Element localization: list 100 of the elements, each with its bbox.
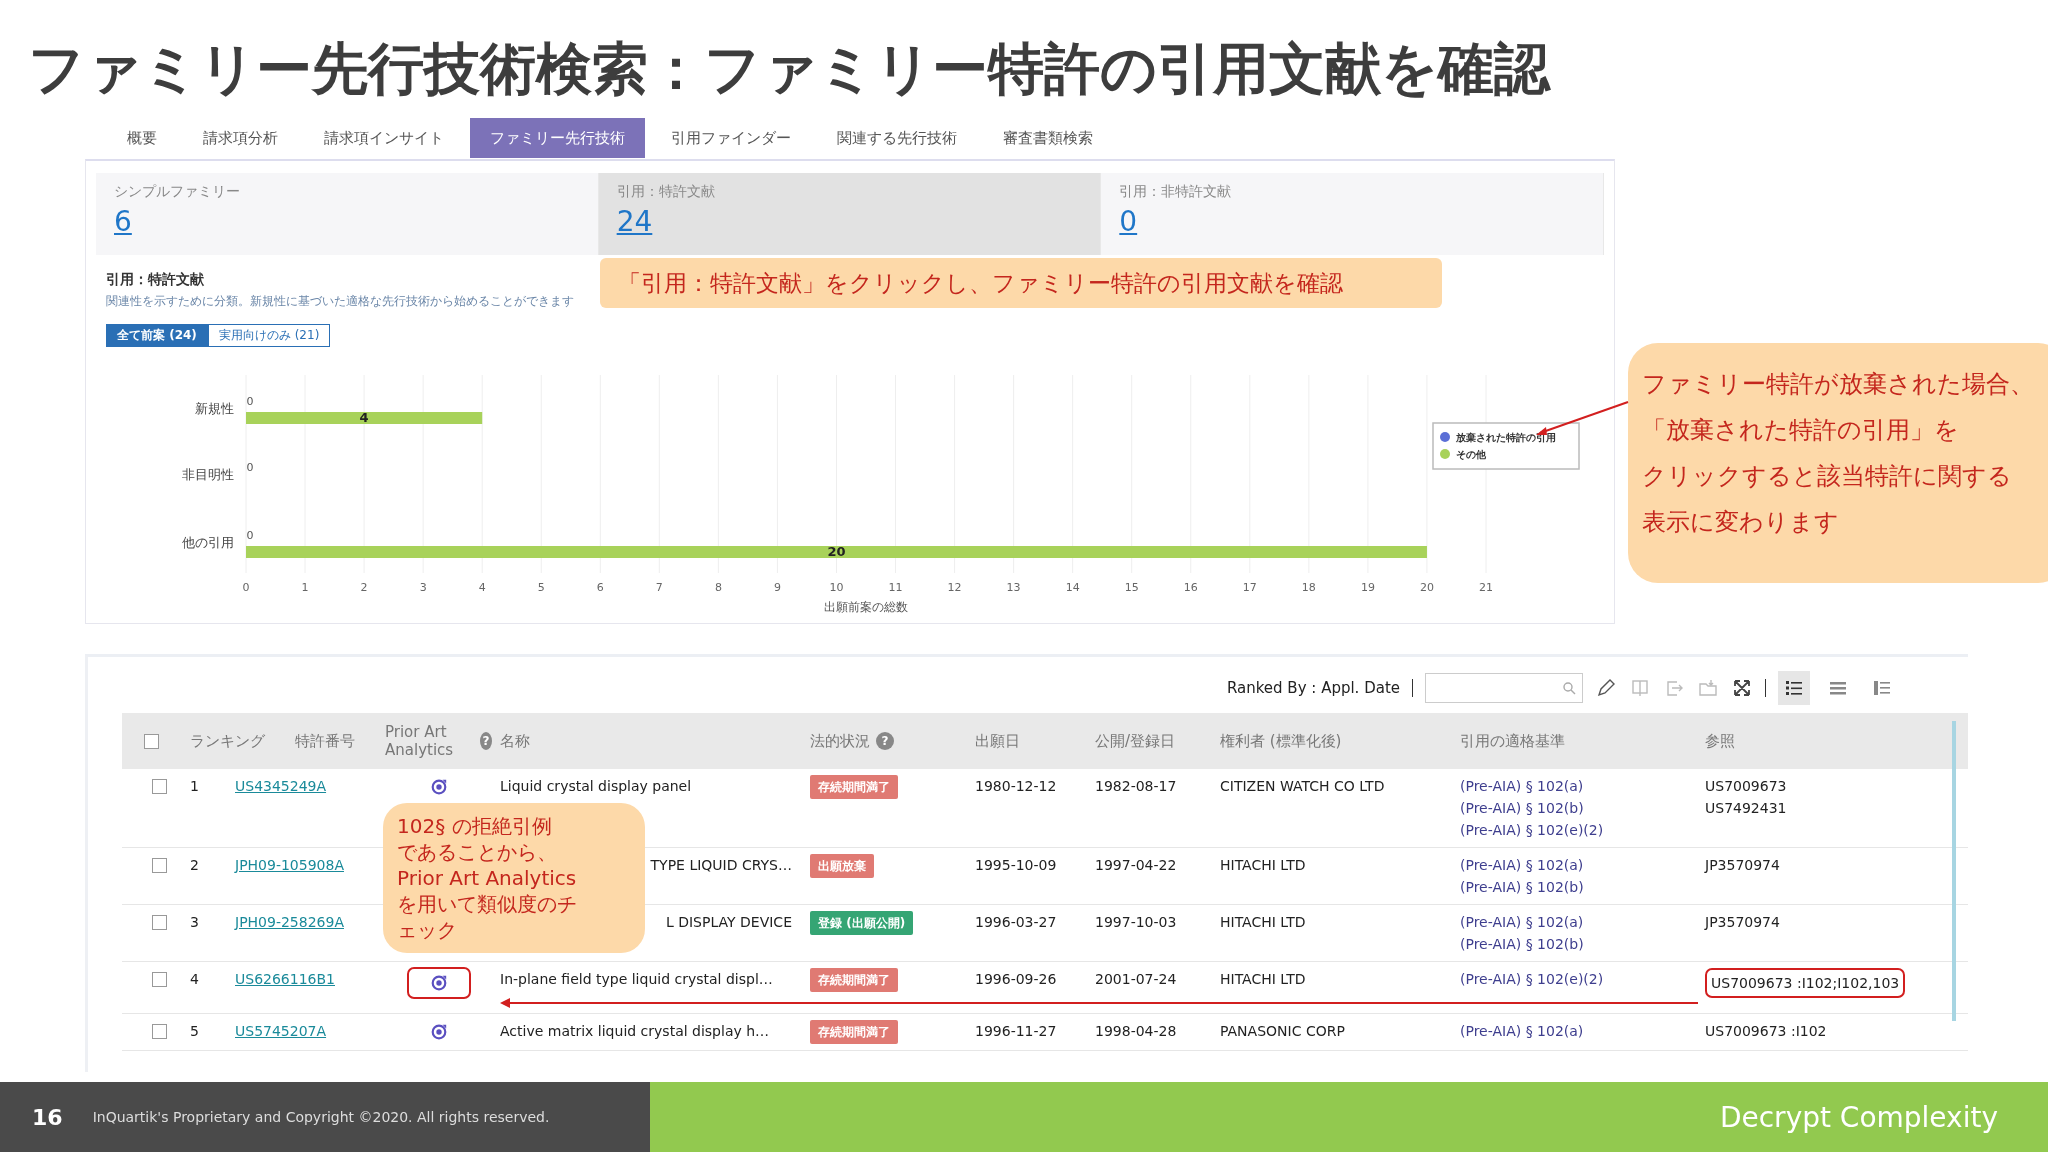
stat-card[interactable]: 引用：特許文献 24 [598,173,1102,255]
patent-link[interactable]: US6266116B1 [235,971,335,987]
table-cell: HITACHI LTD [1220,971,1306,987]
column-header[interactable]: 特許番号 [295,731,355,751]
table-cell: 1982-08-17 [1095,778,1177,794]
patent-link[interactable]: JPH09-258269A [235,914,344,930]
criteria-link[interactable]: (Pre-AIA) § 102(a) [1460,775,1697,797]
help-icon[interactable]: ? [480,732,492,750]
stat-label: 引用：非特許文献 [1119,183,1233,201]
search-icon[interactable] [1562,681,1576,695]
data-label: 0 [246,529,254,542]
callout: 「引用：特許文献」をクリックし、ファミリー特許の引用文献を確認 [600,258,1442,308]
callout: 102§ の拒絶引例 であることから、 Prior Art Analytics を用いて類似度のチ ェック [383,803,645,953]
column-header[interactable]: 名称 [500,731,530,751]
list-view-icon[interactable] [1778,671,1810,705]
category-label: 非目明性 [182,467,234,482]
stat-link[interactable]: 0 [1119,205,1138,238]
stat-card[interactable]: 引用：非特許文献 0 [1101,173,1604,255]
checkbox[interactable] [152,858,167,873]
stat-label: 引用：特許文献 [616,183,716,201]
book-icon[interactable] [1629,677,1651,699]
tab[interactable]: 引用ファインダー [651,118,811,158]
status-badge: 存続期間満了 [810,775,898,799]
stat-label: シンプルファミリー [114,183,241,201]
sort-label: Ranked By : Appl. Date [1226,679,1400,697]
tab[interactable]: 請求項分析 [183,118,298,158]
copyright-text: InQuartik's Proprietary and Copyright ©2020. All rights reserved. [92,1109,550,1125]
status-badge: 登録 (出願公開) [810,911,914,935]
callout: ファミリー特許が放棄された場合、 「放棄された特許の引用」を クリックすると該当特許に関する 表示に変わります [1628,343,2048,583]
table-cell: 1996-11-27 [975,1023,1057,1039]
table-cell: 1996-09-26 [975,971,1057,987]
criteria-link[interactable]: (Pre-AIA) § 102(e)(2) [1460,968,1697,990]
section-title: 引用：特許文献 [106,271,204,289]
table-cell: CITIZEN WATCH CO LTD [1220,778,1385,794]
criteria-link[interactable]: (Pre-AIA) § 102(b) [1460,876,1697,898]
status-badge: 存続期間満了 [810,1020,898,1044]
category-label: 新規性 [195,401,234,416]
tab[interactable]: ファミリー先行技術 [470,118,645,158]
filter-button[interactable]: 全て前案 (24) [106,324,208,347]
column-header[interactable]: Prior Art Analytics [385,723,475,759]
criteria-link[interactable]: (Pre-AIA) § 102(b) [1460,933,1697,955]
filter-button[interactable]: 実用向けのみ (21) [207,324,331,347]
table-cell: L DISPLAY DEVICE [665,914,792,930]
patent-link[interactable]: JPH09-105908A [235,857,344,873]
table-cell-text: JP3570974 [1705,913,1780,932]
tagline: Decrypt Complexity [1719,1100,1998,1134]
scrollbar[interactable] [1952,721,1956,1021]
criteria-link[interactable]: (Pre-AIA) § 102(b) [1460,797,1697,819]
criteria-link[interactable]: (Pre-AIA) § 102(a) [1460,1020,1697,1042]
checkbox[interactable] [152,1024,167,1039]
section-description: 関連性を示すために分類。新規性に基づいた適格な先行技術から始めることができます [106,293,574,310]
table-cell: 1998-04-28 [1095,1023,1177,1039]
slide-title: ファミリー先行技術検索：ファミリー特許の引用文献を確認 [28,35,1552,103]
data-label: 0 [246,395,254,408]
column-header[interactable]: 権利者 (標準化後) [1220,731,1342,751]
column-header[interactable]: 出願日 [975,731,1020,751]
tab[interactable]: 審査書類検索 [983,118,1113,158]
table-cell: 1997-10-03 [1095,914,1177,930]
pencil-icon[interactable] [1595,677,1617,699]
stat-link[interactable]: 24 [616,205,653,238]
tab[interactable]: 請求項インサイト [304,118,464,158]
category-label: 他の引用 [182,535,234,550]
column-header[interactable]: ランキング [190,731,265,751]
analytics-icon[interactable] [429,1023,448,1041]
table-cell-text: US7492431 [1705,799,1787,818]
analytics-icon[interactable] [429,778,448,796]
criteria-link[interactable]: (Pre-AIA) § 102(a) [1460,854,1697,876]
patent-link[interactable]: US4345249A [235,778,327,794]
checkbox[interactable] [152,972,167,987]
table-cell: 1995-10-09 [975,857,1057,873]
table-cell: 3 [190,914,199,930]
table-cell: TYPE LIQUID CRYS… [650,857,792,873]
column-header[interactable]: 参照 [1705,731,1735,751]
column-header[interactable]: 公開/登録日 [1095,731,1176,751]
folder-icon[interactable] [1697,677,1719,699]
stat-link[interactable]: 6 [114,205,132,238]
criteria-link[interactable]: (Pre-AIA) § 102(a) [1460,911,1697,933]
x-axis: 0 1 2 3 4 5 6 7 8 9 10 11 12 13 14 15 16 17 18 19 20 21 [242,581,1493,594]
expand-icon[interactable] [1731,677,1753,699]
table-cell: US7009673 :I102;I102,103 [1705,968,1906,998]
tab[interactable]: 関連する先行技術 [817,118,977,158]
table-cell: Active matrix liquid crystal display h… [500,1023,770,1039]
checkbox[interactable] [144,733,159,749]
checkbox[interactable] [152,915,167,930]
criteria-link[interactable]: (Pre-AIA) § 102(e)(2) [1460,819,1697,841]
checkbox[interactable] [152,779,167,794]
status-badge: 出願放棄 [810,854,874,878]
patent-link[interactable]: US5745207A [235,1023,327,1039]
column-header[interactable]: 法的状況 [810,731,870,751]
help-icon[interactable]: ? [876,732,894,750]
table-cell: HITACHI LTD [1220,914,1306,930]
column-header[interactable]: 引用の適格基準 [1460,731,1565,751]
table-cell: 1996-03-27 [975,914,1057,930]
stat-card[interactable]: シンプルファミリー 6 [96,173,599,255]
tab[interactable]: 概要 [107,118,177,158]
table-cell: 1980-12-12 [975,778,1057,794]
analytics-icon[interactable] [429,974,448,992]
data-label: 20 [827,544,846,559]
search-field[interactable] [1425,673,1583,703]
table-cell: 1997-04-22 [1095,857,1177,873]
